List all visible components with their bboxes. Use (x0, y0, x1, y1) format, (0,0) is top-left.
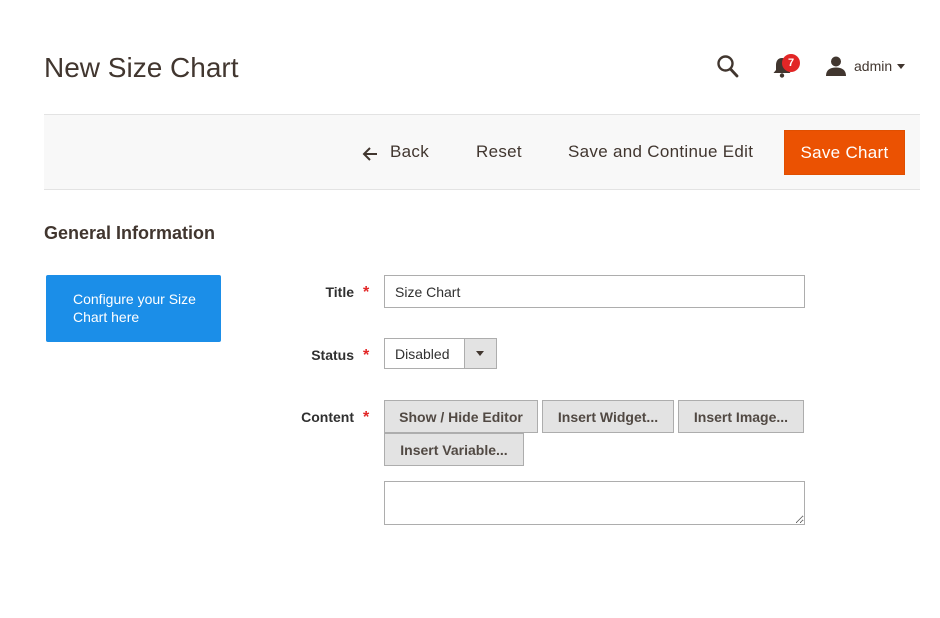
back-label: Back (390, 142, 429, 161)
search-icon[interactable] (716, 54, 740, 80)
reset-button[interactable]: Reset (476, 142, 522, 162)
section-title: General Information (44, 223, 216, 243)
insert-image-button[interactable]: Insert Image... (678, 400, 804, 433)
user-name[interactable]: admin (854, 58, 892, 74)
notification-badge[interactable]: 7 (782, 54, 800, 72)
chevron-down-icon[interactable] (897, 64, 905, 69)
content-label: Content (301, 409, 354, 425)
status-selected-value: Disabled (395, 346, 450, 362)
page-title: New Size Chart (44, 52, 239, 83)
save-chart-button[interactable]: Save Chart (784, 130, 905, 175)
back-button[interactable]: Back (362, 142, 429, 162)
status-dropdown-toggle[interactable] (464, 339, 496, 368)
page-actions-bar: Back Reset Save and Continue Edit Save C… (44, 114, 920, 190)
status-select[interactable]: Disabled (384, 338, 497, 369)
configure-size-chart-tab[interactable]: Configure your Size Chart here (46, 275, 221, 342)
header-actions: 7 admin (712, 50, 922, 84)
user-icon[interactable] (825, 55, 847, 77)
save-and-continue-button[interactable]: Save and Continue Edit (568, 142, 753, 162)
insert-variable-button[interactable]: Insert Variable... (384, 433, 524, 466)
content-required-mark: * (363, 409, 370, 426)
title-required-mark: * (363, 284, 370, 301)
content-textarea[interactable] (384, 481, 805, 525)
status-label: Status (311, 347, 354, 363)
arrow-left-icon (362, 146, 378, 161)
status-required-mark: * (363, 347, 370, 364)
show-hide-editor-button[interactable]: Show / Hide Editor (384, 400, 538, 433)
title-input[interactable] (384, 275, 805, 308)
insert-widget-button[interactable]: Insert Widget... (542, 400, 674, 433)
chevron-down-icon (476, 351, 484, 356)
title-label: Title (325, 284, 354, 300)
